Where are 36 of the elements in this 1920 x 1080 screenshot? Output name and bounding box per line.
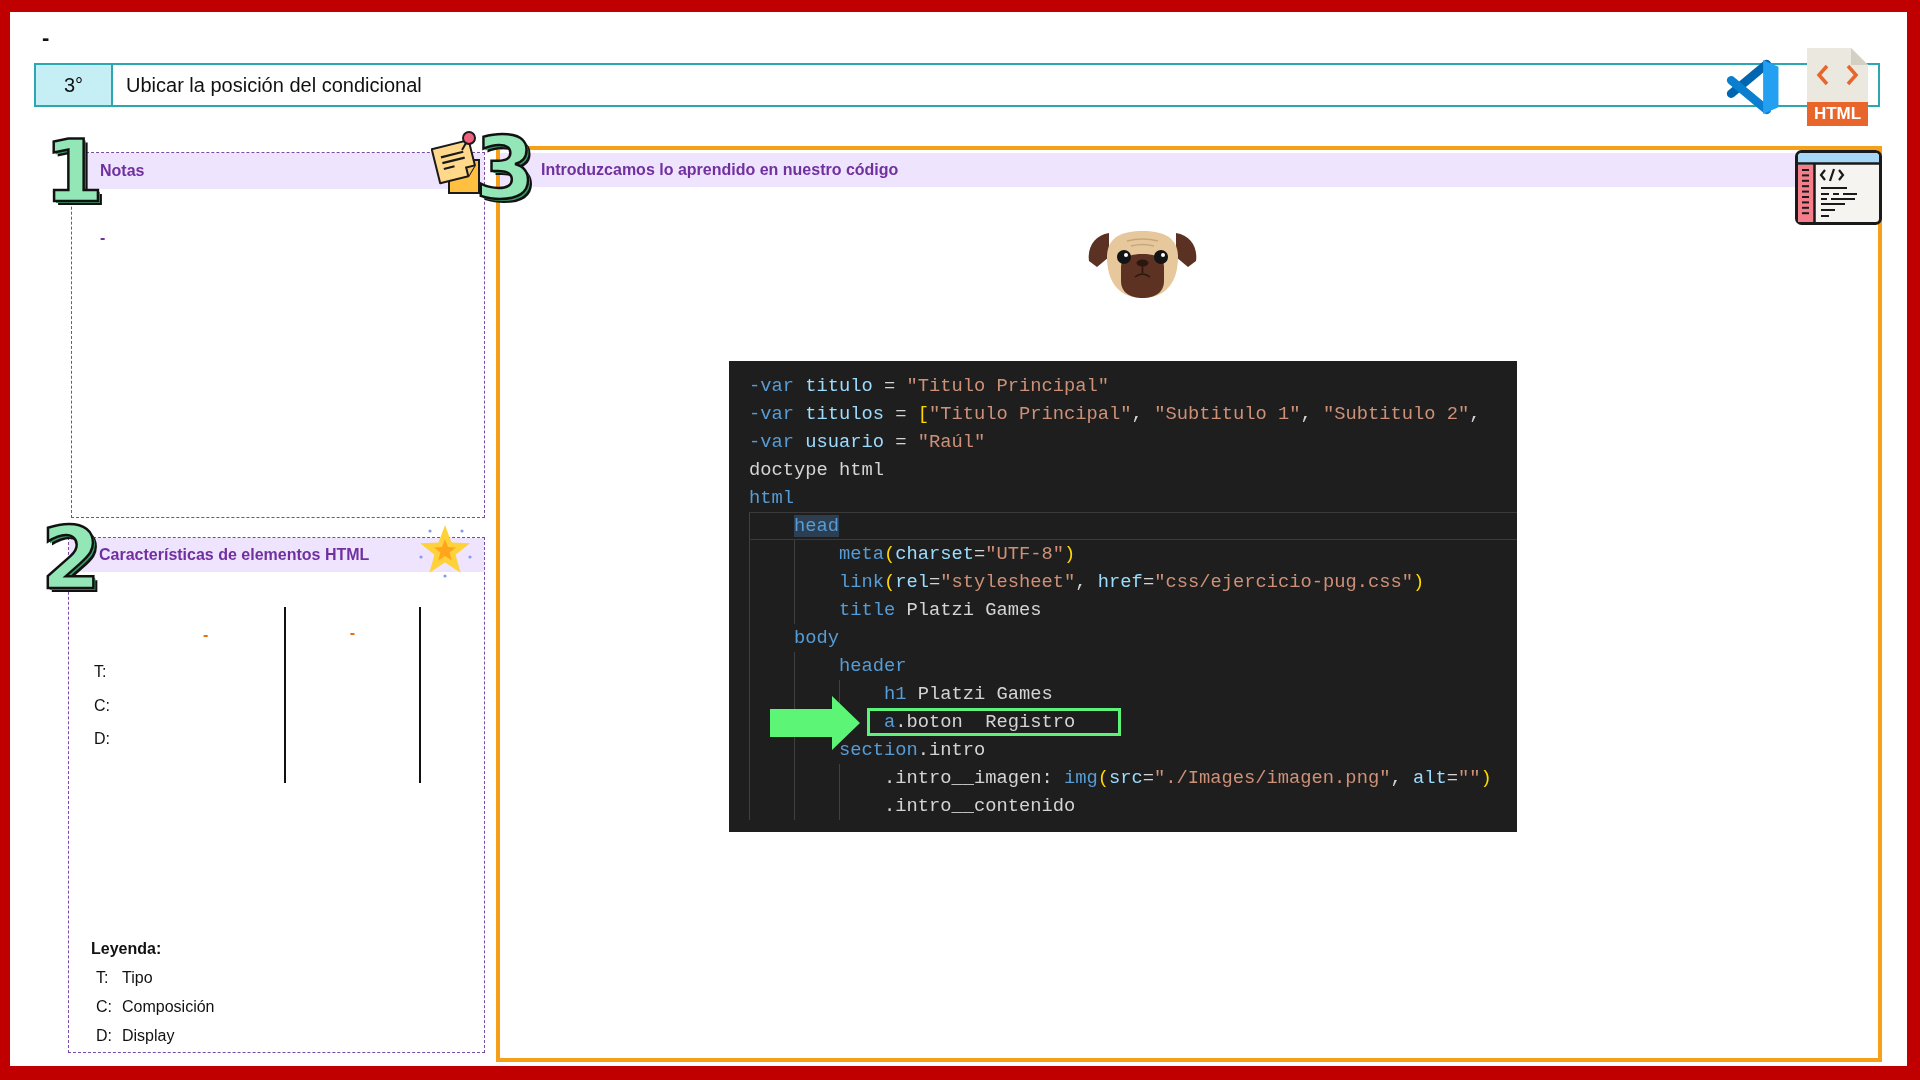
code-line: -var usuario = "Raúl" [749,430,986,455]
code-window-icon [1795,150,1882,225]
legend-title: Leyenda: [91,939,162,959]
legend-key: D: [96,1027,112,1044]
code-line: html [749,486,794,511]
code-line: -var titulos = ["Titulo Principal", "Subtitulo 1", "Subtitulo 2", [749,402,1481,427]
note-item: - [100,228,106,248]
code-line: -var titulo = "Titulo Principal" [749,374,1110,399]
legend-label: Display [122,1026,175,1046]
column-header: - [203,625,209,645]
code-line: doctype html [749,458,885,483]
code-line: section.intro [839,738,986,763]
dash-mark: - [42,24,50,52]
code-line: h1 Platzi Games [884,682,1053,707]
panel-title: Introduzcamos lo aprendido en nuestro código [541,161,899,179]
file-icon [1807,48,1868,102]
legend-label: Composición [122,997,215,1017]
row-label: T: [94,662,107,682]
panel-title: Características de elementos HTML [99,546,370,564]
code-line: title Platzi Games [839,598,1042,623]
legend-label: Tipo [122,968,153,988]
code-line: link(rel="stylesheet", href="css/ejercicio-pug.css") [839,570,1425,595]
code-line: .intro__contenido [884,794,1076,819]
code-line: header [839,654,907,679]
file-type-label: HTML [1807,102,1868,126]
code-line: .intro__imagen: img(src="./Images/imagen.png", alt="") [884,766,1492,791]
lesson-title: Ubicar la posición del condicional [126,73,422,97]
code-line: meta(charset="UTF-8") [839,542,1076,567]
star-icon [418,523,473,578]
row-label: D: [94,729,110,749]
step-number: 3° [36,65,113,105]
code-line: body [794,626,839,651]
row-label: C: [94,695,110,716]
legend-key: C: [96,998,112,1015]
legend-key: T: [96,969,109,986]
column-header: - [349,623,356,643]
